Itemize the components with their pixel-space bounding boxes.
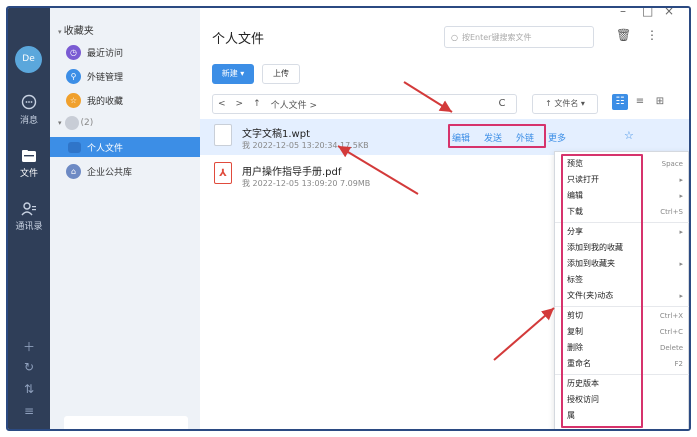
up-icon[interactable]: ↑ [248, 99, 266, 109]
file-meta: 我 2022-12-05 13:09:20 7.09MB [242, 179, 371, 188]
table-row[interactable]: 文字文稿1.wpt 我 2022-12-05 13:20:34 17.5KB 编… [200, 119, 689, 155]
clock-icon: ◷ [66, 44, 81, 60]
folder-sidebar: ▾ 收藏夹 ◷ 最近访问 ⚲ 外链管理 ☆ 我的收藏 ▾ (2) 个人文件 ⌂ … [50, 8, 200, 429]
folder-icon [68, 141, 81, 153]
minimize-button[interactable]: – [620, 8, 626, 18]
menu-icon[interactable]: ≡ [8, 404, 50, 418]
page-title: 个人文件 [212, 32, 265, 47]
view-toggle: ☷ ≡ ⊞ [612, 94, 668, 110]
sidebar-search[interactable] [64, 416, 188, 429]
file-meta: 我 2022-12-05 13:20:34 17.5KB [242, 141, 369, 150]
pdf-icon: ⅄ [214, 162, 232, 184]
favorites-label: 收藏夹 [63, 26, 94, 37]
path-bar: < > ↑ 个人文件 > [212, 94, 517, 114]
favorites-header[interactable]: ▾ 收藏夹 [58, 22, 94, 37]
file-name[interactable]: 用户操作指导手册.pdf [242, 163, 341, 178]
detail-view-icon[interactable]: ☷ [612, 94, 628, 110]
sidebar-item-label: 最近访问 [87, 48, 124, 59]
chat-icon [21, 94, 37, 110]
annotation-box [561, 154, 643, 428]
group-count: (2) [80, 118, 94, 128]
sidebar-item-links[interactable]: ⚲ 外链管理 [66, 65, 204, 87]
avatar [64, 116, 79, 130]
breadcrumb[interactable]: 个人文件 > [266, 98, 322, 111]
avatar[interactable]: De [15, 46, 42, 73]
transfer-icon[interactable]: ⇅ [8, 382, 50, 396]
search-input[interactable]: ○ 按Enter键搜索文件 [444, 26, 594, 48]
refresh-icon[interactable]: C [490, 94, 514, 114]
search-placeholder: 按Enter键搜索文件 [461, 32, 532, 42]
more-icon[interactable]: ⋮ [646, 28, 658, 42]
maximize-button[interactable]: □ [642, 8, 653, 18]
sidebar-item-favorites[interactable]: ☆ 我的收藏 [66, 89, 204, 111]
folder-icon [22, 150, 36, 162]
nav-rail: De 消息 文件 通讯录 ＋ ↻ ⇅ ≡ [8, 8, 50, 429]
annotation-box [448, 124, 546, 148]
rail-item-files[interactable]: 文件 [8, 149, 50, 179]
rail-item-contacts[interactable]: 通讯录 [8, 202, 50, 232]
upload-button[interactable]: 上传 [262, 64, 300, 84]
search-icon: ○ [451, 32, 458, 42]
list-view-icon[interactable]: ≡ [632, 94, 648, 110]
sidebar-item-label: 我的收藏 [87, 96, 124, 107]
file-name[interactable]: 文字文稿1.wpt [242, 125, 310, 140]
link-icon: ⚲ [66, 68, 81, 84]
trash-icon[interactable]: 🗑 [616, 28, 631, 42]
sidebar-item-label: 个人文件 [87, 143, 124, 154]
back-icon[interactable]: < [213, 99, 231, 109]
rail-label-files: 文件 [19, 169, 38, 179]
sidebar-item-personal[interactable]: 个人文件 [50, 137, 200, 157]
grid-view-icon[interactable]: ⊞ [652, 94, 668, 110]
contacts-icon [21, 202, 36, 216]
library-icon: ⌂ [66, 163, 81, 179]
star-icon[interactable]: ☆ [624, 129, 634, 142]
app-window: De 消息 文件 通讯录 ＋ ↻ ⇅ ≡ ▾ 收藏夹 ◷ 最近访问 ⚲ 外链管理 [6, 6, 691, 431]
star-icon: ☆ [66, 92, 81, 108]
rail-label-messages: 消息 [19, 116, 38, 126]
refresh-icon[interactable]: ↻ [8, 360, 50, 374]
document-icon [214, 124, 232, 146]
rail-item-messages[interactable]: 消息 [8, 94, 50, 126]
chevron-down-icon: ▾ [58, 119, 62, 127]
sidebar-item-label: 企业公共库 [87, 167, 133, 178]
more-link[interactable]: 更多 [548, 131, 566, 144]
add-icon[interactable]: ＋ [8, 338, 50, 355]
sidebar-item-label: 外链管理 [87, 72, 124, 83]
new-button[interactable]: 新建 ▾ [212, 64, 254, 84]
forward-icon[interactable]: > [231, 99, 249, 109]
sidebar-group-header[interactable]: ▾ (2) [58, 112, 196, 134]
close-button[interactable]: × [664, 8, 674, 18]
sidebar-item-recent[interactable]: ◷ 最近访问 [66, 41, 204, 63]
sort-dropdown[interactable]: ↑ 文件名 ▾ [532, 94, 598, 114]
rail-label-contacts: 通讯录 [15, 222, 43, 232]
sidebar-item-enterprise[interactable]: ⌂ 企业公共库 [66, 160, 204, 182]
